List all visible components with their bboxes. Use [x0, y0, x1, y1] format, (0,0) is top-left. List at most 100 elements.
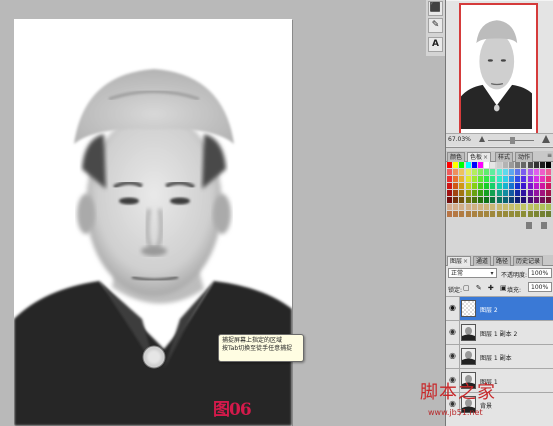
swatch[interactable]	[546, 190, 552, 196]
swatch[interactable]	[490, 176, 496, 182]
swatch[interactable]	[546, 162, 552, 168]
swatch[interactable]	[478, 162, 483, 168]
swatch[interactable]	[515, 204, 521, 210]
blend-mode-select[interactable]: 正常 ▾	[448, 268, 497, 278]
swatch[interactable]	[484, 176, 490, 182]
visibility-toggle[interactable]: ◉	[446, 345, 460, 368]
swatch[interactable]	[453, 197, 459, 203]
swatch[interactable]	[496, 197, 502, 203]
swatch[interactable]	[527, 169, 533, 175]
swatch[interactable]	[484, 204, 490, 210]
swatch[interactable]	[453, 169, 459, 175]
swatch[interactable]	[527, 176, 533, 182]
swatch[interactable]	[515, 183, 521, 189]
swatch[interactable]	[540, 183, 545, 189]
swatch[interactable]	[465, 197, 471, 203]
swatch[interactable]	[447, 197, 452, 203]
swatch[interactable]	[459, 204, 465, 210]
swatch[interactable]	[509, 176, 514, 182]
swatch[interactable]	[484, 183, 490, 189]
swatch[interactable]	[546, 176, 552, 182]
panel-menu-icon[interactable]: ≡	[547, 153, 552, 159]
swatch[interactable]	[459, 197, 465, 203]
swatch[interactable]	[496, 162, 502, 168]
swatch[interactable]	[478, 183, 483, 189]
swatch[interactable]	[465, 162, 471, 168]
fill-field[interactable]: 100%	[528, 282, 552, 292]
swatch[interactable]	[527, 204, 533, 210]
swatch[interactable]	[490, 169, 496, 175]
swatch[interactable]	[509, 204, 514, 210]
swatch[interactable]	[502, 197, 508, 203]
swatch[interactable]	[465, 211, 471, 217]
chevron-down-icon[interactable]: ▾	[489, 269, 495, 279]
swatch[interactable]	[540, 190, 545, 196]
swatch[interactable]	[502, 204, 508, 210]
swatch[interactable]	[471, 176, 477, 182]
eye-icon[interactable]: ◉	[448, 303, 457, 312]
swatch[interactable]	[453, 183, 459, 189]
swatch[interactable]	[465, 204, 471, 210]
swatch[interactable]	[478, 169, 483, 175]
swatch[interactable]	[471, 183, 477, 189]
swatch[interactable]	[459, 211, 465, 217]
tab-actions[interactable]: 动作	[515, 152, 534, 162]
swatch[interactable]	[453, 204, 459, 210]
tab-channels[interactable]: 通道	[473, 256, 492, 266]
swatch[interactable]	[540, 162, 545, 168]
visibility-toggle[interactable]: ◉	[446, 297, 460, 320]
swatch[interactable]	[471, 162, 477, 168]
swatch[interactable]	[465, 190, 471, 196]
swatch[interactable]	[502, 190, 508, 196]
swatch[interactable]	[540, 176, 545, 182]
fill-tool-icon[interactable]: ⬛	[428, 1, 443, 16]
swatch[interactable]	[502, 183, 508, 189]
swatch[interactable]	[484, 190, 490, 196]
swatch[interactable]	[521, 183, 527, 189]
swatch[interactable]	[546, 183, 552, 189]
swatch-grid[interactable]	[447, 162, 553, 220]
swatch[interactable]	[478, 176, 483, 182]
swatch[interactable]	[533, 211, 539, 217]
swatch[interactable]	[478, 190, 483, 196]
swatch[interactable]	[447, 176, 452, 182]
swatch[interactable]	[527, 190, 533, 196]
eye-icon[interactable]: ◉	[448, 327, 457, 336]
eye-icon[interactable]: ◉	[448, 351, 457, 360]
close-icon[interactable]: ×	[463, 258, 468, 265]
new-swatch-icon[interactable]	[526, 222, 532, 229]
swatch[interactable]	[465, 183, 471, 189]
swatch[interactable]	[546, 211, 552, 217]
swatch[interactable]	[496, 204, 502, 210]
layer-row[interactable]: ◉ 图层 1 副本 2	[446, 320, 553, 344]
swatch[interactable]	[515, 197, 521, 203]
swatch[interactable]	[484, 211, 490, 217]
swatch[interactable]	[521, 197, 527, 203]
swatch[interactable]	[509, 197, 514, 203]
swatch[interactable]	[540, 211, 545, 217]
swatch[interactable]	[509, 183, 514, 189]
swatch[interactable]	[540, 204, 545, 210]
swatch[interactable]	[521, 190, 527, 196]
swatch[interactable]	[533, 176, 539, 182]
swatch[interactable]	[459, 183, 465, 189]
swatch[interactable]	[496, 169, 502, 175]
opacity-field[interactable]: 100%	[528, 268, 552, 278]
swatch[interactable]	[490, 183, 496, 189]
swatch[interactable]	[453, 176, 459, 182]
swatch[interactable]	[509, 169, 514, 175]
swatch[interactable]	[515, 190, 521, 196]
swatch[interactable]	[533, 190, 539, 196]
swatch[interactable]	[484, 197, 490, 203]
swatch[interactable]	[521, 211, 527, 217]
swatch[interactable]	[484, 162, 490, 168]
navigator-thumbnail[interactable]	[459, 3, 538, 135]
swatch[interactable]	[540, 169, 545, 175]
zoom-slider-handle[interactable]	[510, 137, 515, 144]
swatch[interactable]	[447, 162, 452, 168]
tab-paths[interactable]: 路径	[493, 256, 512, 266]
visibility-toggle[interactable]: ◉	[446, 321, 460, 344]
swatch[interactable]	[521, 176, 527, 182]
swatch[interactable]	[546, 197, 552, 203]
close-icon[interactable]: ×	[483, 154, 488, 161]
